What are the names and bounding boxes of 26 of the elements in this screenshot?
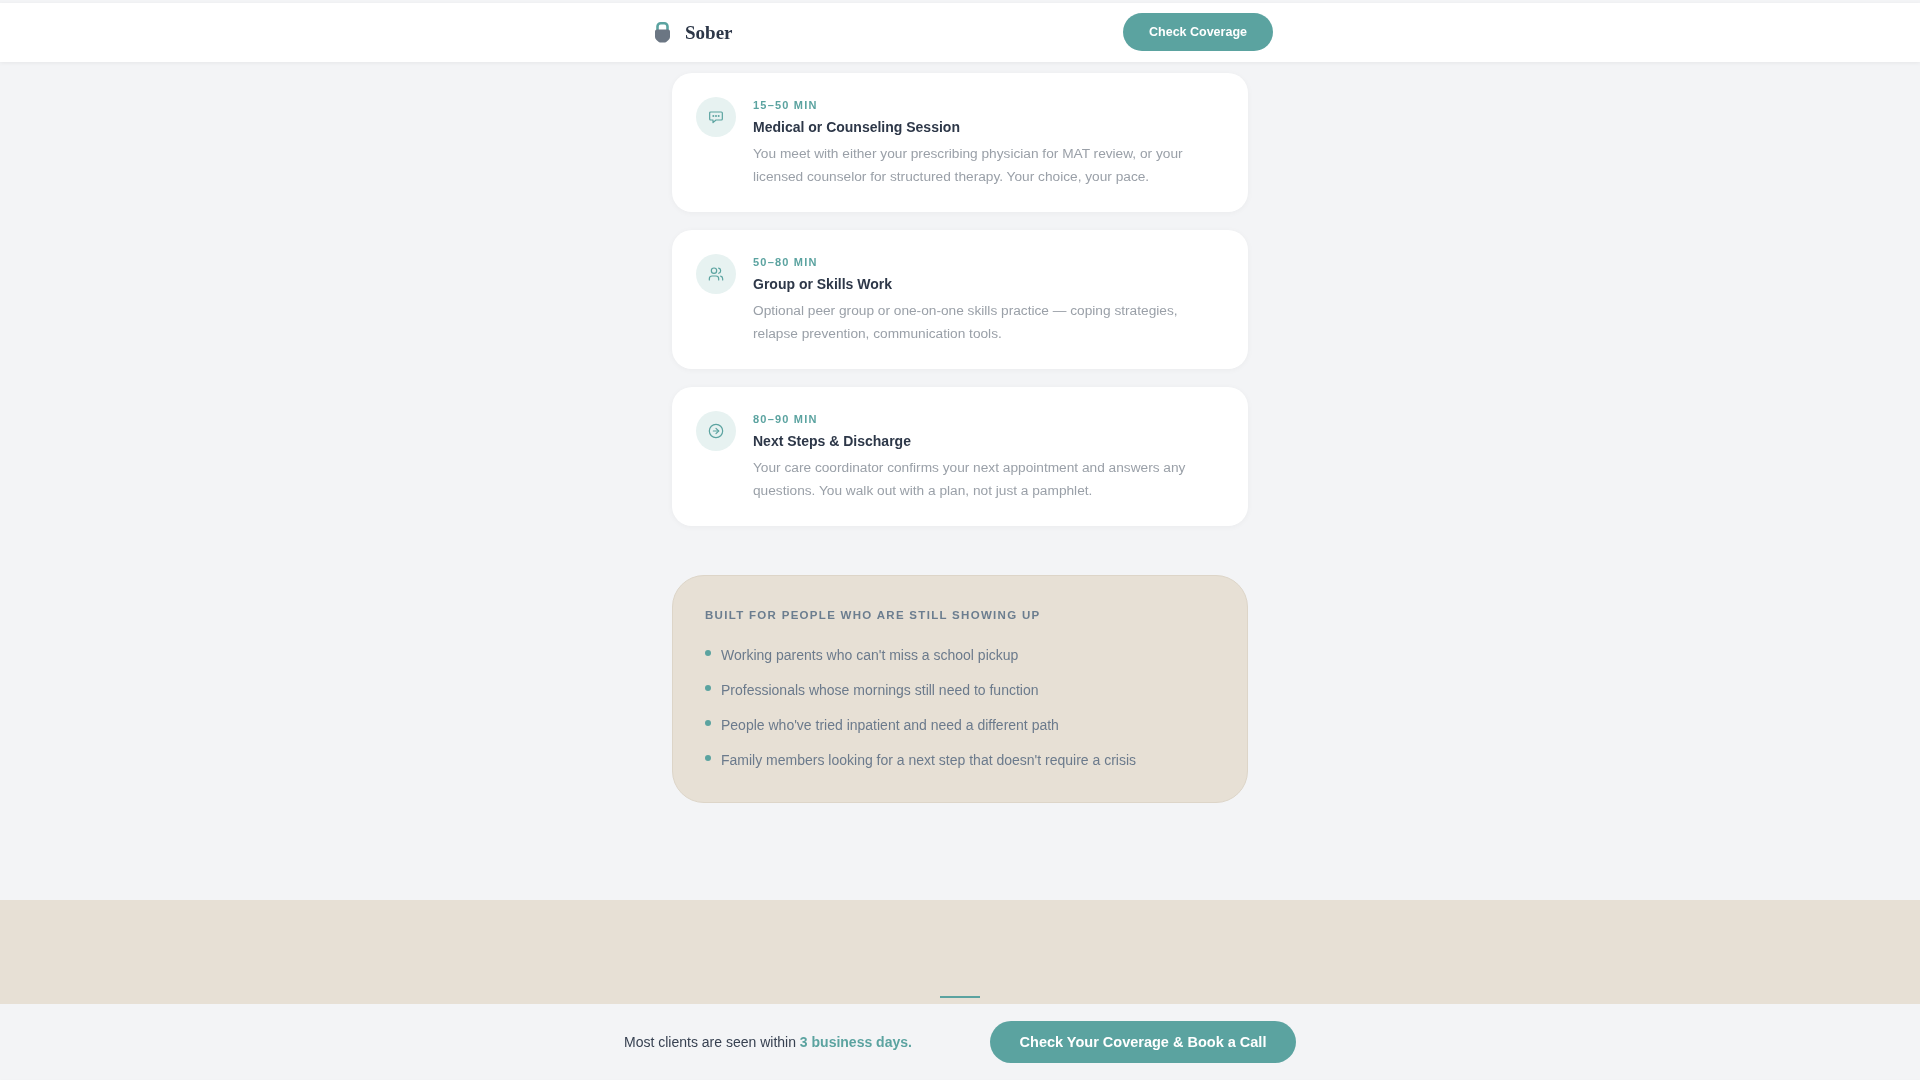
step-title: Medical or Counseling Session (753, 118, 960, 137)
audience-item: Family members looking for a next step that doesn't require a crisis (721, 751, 1137, 770)
availability-text: Most clients are seen within 3 business days. (624, 1033, 912, 1050)
step-description: You meet with either your prescribing physician for MAT review, or your licensed counselor for structured therapy. Your choice, your pace. (753, 145, 1184, 186)
audience-item: Working parents who can't miss a school pickup (721, 646, 1019, 665)
audience-item: People who've tried inpatient and need a different path (721, 716, 1059, 735)
chat-bubble-icon (696, 97, 736, 137)
logo-text: Sober (685, 21, 733, 44)
bullet-dot-icon (705, 755, 711, 761)
audience-heading: BUILT FOR PEOPLE WHO ARE STILL SHOWING UP (705, 608, 1042, 623)
time-range-label: 80–90 MIN (753, 412, 818, 427)
step-title: Next Steps & Discharge (753, 432, 911, 451)
step-title: Group or Skills Work (753, 275, 892, 294)
time-range-label: 15–50 MIN (753, 98, 818, 113)
step-description: Optional peer group or one-on-one skills practice — coping strategies, relapse prevention, communication tools. (753, 302, 1179, 343)
step-description: Your care coordinator confirms your next appointment and answers any questions. You walk out with a plan, not just a pamphlet. (753, 459, 1187, 500)
arrow-circle-icon (696, 411, 736, 451)
bullet-dot-icon (705, 720, 711, 726)
people-icon (696, 254, 736, 294)
book-call-button[interactable]: Check Your Coverage & Book a Call (990, 1020, 1296, 1063)
bullet-dot-icon (705, 650, 711, 656)
audience-item: Professionals whose mornings still need to function (721, 681, 1039, 700)
logo-icon (654, 22, 671, 43)
check-coverage-button[interactable]: Check Coverage (1123, 12, 1273, 51)
bullet-dot-icon (705, 685, 711, 691)
time-range-label: 50–80 MIN (753, 255, 818, 270)
